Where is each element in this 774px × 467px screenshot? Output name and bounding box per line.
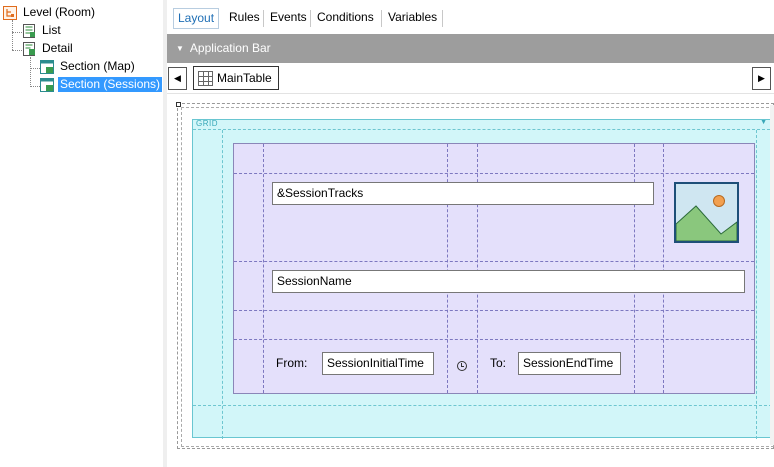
tree-item-label: Section (Map)	[60, 59, 135, 73]
layout-canvas: GRID ▼ &SessionTracks SessionName From: …	[167, 95, 774, 467]
grid-control[interactable]: GRID ▼ &SessionTracks SessionName From: …	[192, 119, 772, 439]
from-label: From:	[276, 356, 308, 370]
tree-item-label: List	[42, 23, 61, 37]
grid-header: GRID ▼	[193, 119, 770, 130]
grid-inner-table[interactable]: &SessionTracks SessionName From: Session…	[233, 143, 755, 394]
tab-separator	[381, 10, 382, 27]
grid-column-line	[222, 130, 223, 439]
tree-connector	[30, 57, 31, 87]
section-icon	[39, 59, 55, 75]
list-icon	[21, 23, 37, 39]
tab-separator	[442, 10, 443, 27]
tab-variables[interactable]: Variables	[384, 8, 441, 29]
nav-right-button[interactable]: ▶	[752, 67, 771, 90]
tab-separator	[263, 10, 264, 27]
tree-item-section-map[interactable]: Section (Map)	[39, 58, 137, 75]
editor-tabs: Layout Rules Events Conditions Variables	[167, 0, 774, 34]
grid-column-line	[756, 130, 757, 439]
tree-item-detail[interactable]: Detail	[21, 40, 75, 57]
table-navigation-bar: ◀ MainTable ▶	[167, 63, 774, 94]
image-icon[interactable]	[674, 182, 739, 243]
table-column-line	[663, 144, 664, 393]
tab-conditions[interactable]: Conditions	[313, 8, 378, 29]
session-name-field[interactable]: SessionName	[272, 270, 745, 293]
table-row-line	[234, 310, 754, 311]
structure-tree: Level (Room) List Detail Section (Map) S…	[0, 0, 163, 467]
clock-icon	[457, 361, 467, 371]
level-icon	[2, 5, 18, 21]
main-table-label: MainTable	[217, 71, 272, 85]
to-label: To:	[490, 356, 507, 370]
tree-item-label: Detail	[42, 41, 73, 55]
table-row-line	[234, 339, 754, 340]
level-editor-window: Level (Room) List Detail Section (Map) S…	[0, 0, 774, 467]
session-initial-time-field[interactable]: SessionInitialTime	[322, 352, 434, 375]
caret-down-icon: ▼	[176, 44, 184, 54]
dropdown-arrow-icon[interactable]: ▼	[760, 119, 767, 126]
tree-item-level-room[interactable]: Level (Room)	[2, 4, 97, 21]
detail-icon	[21, 41, 37, 57]
vertical-scrollbar[interactable]	[770, 105, 774, 445]
grid-row-line	[193, 405, 772, 406]
tab-separator	[310, 10, 311, 27]
tree-item-list[interactable]: List	[21, 22, 63, 39]
tree-item-label: Section (Sessions)	[58, 77, 163, 92]
tab-rules[interactable]: Rules	[225, 8, 264, 29]
session-end-time-field[interactable]: SessionEndTime	[518, 352, 621, 375]
session-tracks-field[interactable]: &SessionTracks	[272, 182, 654, 205]
tab-events[interactable]: Events	[266, 8, 311, 29]
tree-item-label: Level (Room)	[23, 5, 96, 19]
main-table-button[interactable]: MainTable	[193, 66, 279, 90]
tab-layout[interactable]: Layout	[173, 8, 220, 29]
table-icon	[198, 70, 213, 86]
table-row-line	[234, 173, 754, 174]
table-column-line	[263, 144, 264, 393]
selection-handle[interactable]	[176, 102, 181, 107]
nav-left-button[interactable]: ◀	[168, 67, 187, 90]
layout-panel: Layout Rules Events Conditions Variables…	[167, 0, 774, 467]
section-icon	[39, 77, 55, 93]
table-row-line	[234, 261, 754, 262]
tree-item-section-sessions[interactable]: Section (Sessions)	[39, 76, 163, 93]
tree-connector	[12, 20, 13, 50]
application-bar[interactable]: ▼ Application Bar	[167, 34, 774, 63]
grid-label: GRID	[196, 119, 218, 128]
application-bar-label: Application Bar	[189, 41, 271, 55]
